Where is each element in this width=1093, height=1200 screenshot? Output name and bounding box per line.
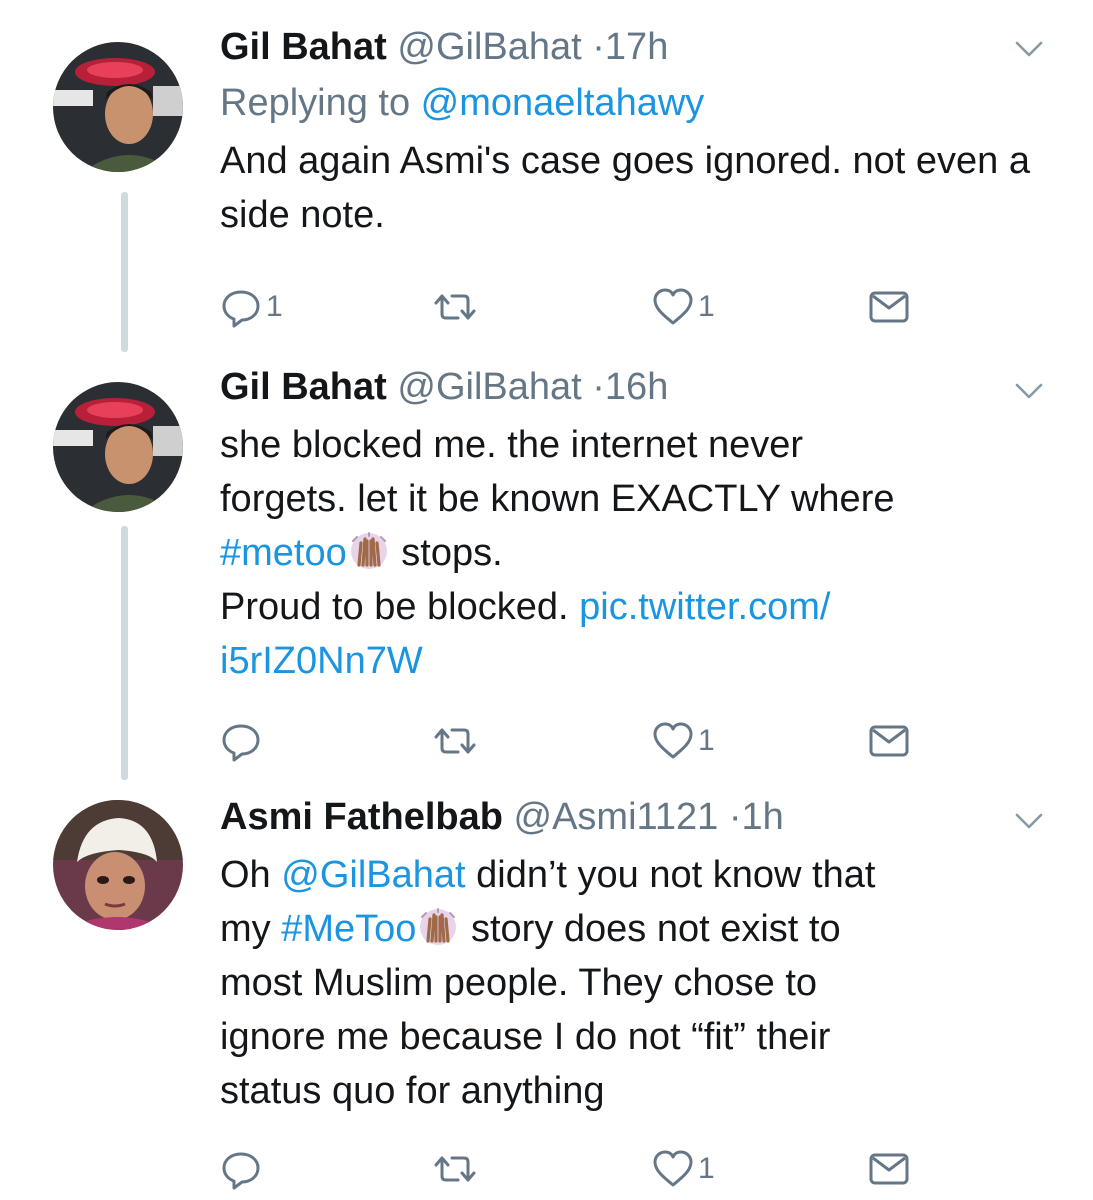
author-handle[interactable]: @GilBahat [397,26,581,68]
author-handle[interactable]: @GilBahat [397,366,581,408]
dm-button[interactable] [868,1144,910,1194]
reply-icon [222,724,260,762]
pic-link[interactable]: pic.twitter.com/ [579,586,830,628]
reply-button[interactable]: 1 [220,282,283,332]
author-name[interactable]: Gil Bahat [220,26,387,68]
replying-to: Replying to @monaeltahawy [220,80,1040,126]
tweet-header: Asmi Fathelbab @Asmi1121 ·1h [220,794,1040,840]
separator: · [592,26,605,68]
reply-icon [222,1152,260,1190]
heart-icon [653,288,693,325]
reply-button[interactable] [220,716,266,766]
like-button[interactable]: 1 [652,1144,715,1194]
tweet-text: she blocked me. the internet never forge… [220,418,1040,688]
dm-button[interactable] [868,716,910,766]
text-line: my #MeToo story does not exist to [220,902,1040,956]
retweet-button[interactable] [434,716,480,766]
heart-icon [653,1150,693,1187]
avatar[interactable] [53,382,183,512]
mention-link[interactable]: @GilBahat [281,854,465,896]
author-name[interactable]: Asmi Fathelbab [220,796,503,838]
text-line: ignore me because I do not “fit” their [220,1016,831,1058]
raised-hands-emoji [350,532,387,569]
text-line: forgets. let it be known EXACTLY where [220,478,895,520]
like-button[interactable]: 1 [652,282,715,332]
heart-icon [653,722,693,759]
retweet-icon [434,1156,476,1182]
retweet-icon [434,294,476,320]
text-segment: Proud to be blocked. [220,586,580,628]
timestamp[interactable]: 1h [741,796,783,838]
thread-line [121,526,128,780]
timestamp[interactable]: 16h [605,366,668,408]
envelope-icon [869,291,909,323]
author-name[interactable]: Gil Bahat [220,366,387,408]
like-button[interactable]: 1 [652,716,715,766]
reply-icon [222,290,260,328]
like-count: 1 [698,290,715,323]
hashtag-link[interactable]: #metoo [220,532,347,574]
avatar[interactable] [53,42,183,172]
thread-line [121,192,128,352]
retweet-button[interactable] [434,1144,480,1194]
chevron-down-icon[interactable] [1012,374,1046,408]
replying-to-label: Replying to [220,82,421,124]
hashtag-link[interactable]: #MeToo [281,908,416,950]
tweet-text: And again Asmi's case goes ignored. not … [220,140,1031,236]
text-segment: story does not exist to [460,908,841,950]
text-line: i5rIZ0Nn7W [220,634,1040,688]
tweet-header: Gil Bahat @GilBahat ·16h [220,364,1040,410]
chevron-down-icon[interactable] [1012,804,1046,838]
reply-button[interactable] [220,1144,266,1194]
text-line: she blocked me. the internet never [220,424,804,466]
text-segment: didn’t you not know that [465,854,876,896]
envelope-icon [869,1153,909,1185]
retweet-icon [434,728,476,754]
text-line: #metoo stops. [220,526,1040,580]
text-after-hashtag: stops. [390,532,503,574]
text-segment: Oh [220,854,282,896]
text-line: Oh @GilBahat didn’t you not know that [220,848,1040,902]
text-line: most Muslim people. They chose to [220,962,818,1004]
like-count: 1 [698,1152,715,1185]
text-line: Proud to be blocked. pic.twitter.com/ [220,580,1040,634]
envelope-icon [869,725,909,757]
tweet-text: Oh @GilBahat didn’t you not know that my… [220,848,1040,1118]
pic-link-continued[interactable]: i5rIZ0Nn7W [220,640,423,682]
tweet-header: Gil Bahat @GilBahat ·17h [220,24,1040,70]
text-line: status quo for anything [220,1070,605,1112]
separator: · [728,796,742,838]
dm-button[interactable] [868,282,910,332]
like-count: 1 [698,724,715,757]
timestamp[interactable]: 17h [605,26,668,68]
separator: · [592,366,605,408]
retweet-button[interactable] [434,282,480,332]
raised-hands-emoji [420,908,457,945]
reply-to-handle-link[interactable]: @monaeltahawy [421,82,705,124]
reply-count: 1 [266,290,283,323]
author-handle[interactable]: @Asmi1121 [514,796,719,838]
text-segment: my [220,908,282,950]
avatar[interactable] [53,800,183,930]
chevron-down-icon[interactable] [1012,32,1046,66]
